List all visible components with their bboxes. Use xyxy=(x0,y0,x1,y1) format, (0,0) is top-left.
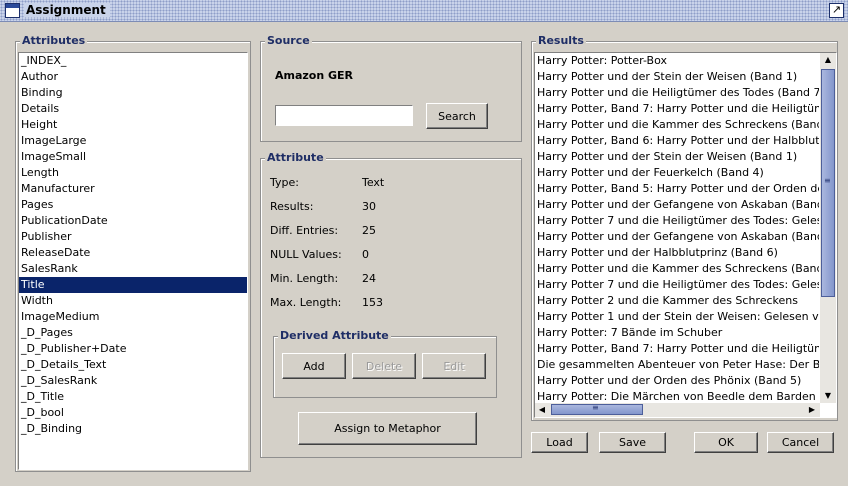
result-list-item[interactable]: Harry Potter: Die Märchen von Beedle dem… xyxy=(535,389,819,403)
derived-attribute-group: Derived Attribute Add Delete Edit xyxy=(273,329,497,398)
result-list-item[interactable]: Harry Potter, Band 6: Harry Potter und d… xyxy=(535,133,819,149)
scroll-left-icon[interactable]: ◀ xyxy=(535,403,549,417)
source-group-title: Source xyxy=(265,34,312,48)
result-list-item[interactable]: Die gesammelten Abenteuer von Peter Hase… xyxy=(535,357,819,373)
type-value: Text xyxy=(362,176,385,189)
diff-entries-label: Diff. Entries: xyxy=(270,224,339,237)
ok-button[interactable]: OK xyxy=(694,432,758,453)
result-list-item[interactable]: Harry Potter, Band 5: Harry Potter und d… xyxy=(535,181,819,197)
edit-button[interactable]: Edit xyxy=(422,353,486,379)
results-label: Results: xyxy=(270,200,314,213)
title-bar[interactable]: Assignment ↗ xyxy=(0,0,848,22)
attribute-list-item[interactable]: Height xyxy=(19,117,247,133)
cancel-button[interactable]: Cancel xyxy=(767,432,834,453)
null-values-label: NULL Values: xyxy=(270,248,342,261)
attribute-list-item[interactable]: _INDEX_ xyxy=(19,53,247,69)
results-value: 30 xyxy=(362,200,376,213)
null-values-value: 0 xyxy=(362,248,369,261)
result-list-item[interactable]: Harry Potter und der Gefangene von Askab… xyxy=(535,229,819,245)
attribute-group-title: Attribute xyxy=(265,151,326,165)
window-icon xyxy=(5,3,20,18)
result-list-item[interactable]: Harry Potter 1 und der Stein der Weisen:… xyxy=(535,309,819,325)
attribute-list-item[interactable]: ReleaseDate xyxy=(19,245,247,261)
source-name: Amazon GER xyxy=(275,69,354,82)
attribute-list-item[interactable]: _D_Publisher+Date xyxy=(19,341,247,357)
results-list[interactable]: Harry Potter: Potter-Box Harry Potter und… xyxy=(534,52,837,418)
result-list-item[interactable]: Harry Potter, Band 7: Harry Potter und d… xyxy=(535,341,819,357)
attribute-list-item[interactable]: Pages xyxy=(19,197,247,213)
search-button[interactable]: Search xyxy=(426,103,488,129)
attribute-list-item[interactable]: Width xyxy=(19,293,247,309)
scroll-up-icon[interactable]: ▲ xyxy=(821,53,835,67)
attribute-list-item[interactable]: ImageMedium xyxy=(19,309,247,325)
search-input[interactable] xyxy=(275,105,413,126)
attribute-list-item[interactable]: _D_bool xyxy=(19,405,247,421)
results-group-title: Results xyxy=(536,34,586,48)
attribute-list-item[interactable]: Manufacturer xyxy=(19,181,247,197)
attribute-group: Attribute Type: Text Results: 30 Diff. E… xyxy=(260,151,522,458)
attribute-list-item[interactable]: Length xyxy=(19,165,247,181)
attribute-list-item[interactable]: Details xyxy=(19,101,247,117)
results-horizontal-scrollbar[interactable]: ◀ ≡ ▶ xyxy=(535,403,820,417)
min-length-label: Min. Length: xyxy=(270,272,339,285)
attributes-group: Attributes _INDEX_ Author Binding Details He… xyxy=(15,34,251,472)
vertical-grip-icon: ≡ xyxy=(824,176,831,185)
result-list-item[interactable]: Harry Potter, Band 7: Harry Potter und d… xyxy=(535,101,819,117)
diff-entries-value: 25 xyxy=(362,224,376,237)
results-group: Results Harry Potter: Potter-Box Harry Po… xyxy=(531,34,838,421)
result-list-item[interactable]: Harry Potter 7 und die Heiligtümer des T… xyxy=(535,213,819,229)
attribute-list-item[interactable]: Binding xyxy=(19,85,247,101)
result-list-item[interactable]: Harry Potter und der Gefangene von Askab… xyxy=(535,197,819,213)
scroll-down-icon[interactable]: ▼ xyxy=(821,389,835,403)
horizontal-scroll-thumb[interactable]: ≡ xyxy=(551,403,643,415)
result-list-item[interactable]: Harry Potter und die Heiligtümer des Tod… xyxy=(535,85,819,101)
attribute-list-item[interactable]: Title xyxy=(19,277,247,293)
max-length-value: 153 xyxy=(362,296,383,309)
window-title: Assignment xyxy=(24,3,110,17)
attribute-list-item[interactable]: PublicationDate xyxy=(19,213,247,229)
attribute-list-item[interactable]: _D_Binding xyxy=(19,421,247,437)
maximize-icon[interactable]: ↗ xyxy=(829,3,844,18)
result-list-item[interactable]: Harry Potter 2 und die Kammer des Schrec… xyxy=(535,293,819,309)
results-vertical-scrollbar[interactable]: ▲ ≡ ▼ xyxy=(820,53,836,403)
result-list-item[interactable]: Harry Potter und die Kammer des Schrecke… xyxy=(535,117,819,133)
result-list-item[interactable]: Harry Potter und der Orden des Phönix (B… xyxy=(535,373,819,389)
attribute-list-item[interactable]: Author xyxy=(19,69,247,85)
add-button[interactable]: Add xyxy=(282,353,346,379)
results-rows: Harry Potter: Potter-Box Harry Potter und… xyxy=(535,53,819,403)
max-length-label: Max. Length: xyxy=(270,296,342,309)
type-label: Type: xyxy=(270,176,299,189)
attribute-list-item[interactable]: Publisher xyxy=(19,229,247,245)
attribute-list-item[interactable]: _D_Details_Text xyxy=(19,357,247,373)
result-list-item[interactable]: Harry Potter und der Feuerkelch (Band 4) xyxy=(535,165,819,181)
min-length-value: 24 xyxy=(362,272,376,285)
result-list-item[interactable]: Harry Potter und der Stein der Weisen (B… xyxy=(535,149,819,165)
attribute-list-item[interactable]: _D_Title xyxy=(19,389,247,405)
result-list-item[interactable]: Harry Potter und die Kammer des Schrecke… xyxy=(535,261,819,277)
attribute-list-item[interactable]: _D_Pages xyxy=(19,325,247,341)
result-list-item[interactable]: Harry Potter und der Stein der Weisen (B… xyxy=(535,69,819,85)
attributes-list[interactable]: _INDEX_ Author Binding Details Height ImageLa… xyxy=(18,52,248,470)
derived-attribute-title: Derived Attribute xyxy=(278,329,391,343)
result-list-item[interactable]: Harry Potter: 7 Bände im Schuber xyxy=(535,325,819,341)
attribute-list-item[interactable]: _D_SalesRank xyxy=(19,373,247,389)
result-list-item[interactable]: Harry Potter und der Halbblutprinz (Band… xyxy=(535,245,819,261)
attributes-group-title: Attributes xyxy=(20,34,88,48)
attribute-list-item[interactable]: SalesRank xyxy=(19,261,247,277)
attribute-list-item[interactable]: ImageLarge xyxy=(19,133,247,149)
source-group: Source Amazon GER Search xyxy=(260,34,522,142)
result-list-item[interactable]: Harry Potter: Potter-Box xyxy=(535,53,819,69)
save-button[interactable]: Save xyxy=(599,432,666,453)
horizontal-grip-icon: ≡ xyxy=(592,403,599,412)
load-button[interactable]: Load xyxy=(531,432,588,453)
vertical-scroll-thumb[interactable]: ≡ xyxy=(821,69,835,297)
attribute-list-item[interactable]: ImageSmall xyxy=(19,149,247,165)
scroll-right-icon[interactable]: ▶ xyxy=(805,403,819,417)
delete-button[interactable]: Delete xyxy=(352,353,416,379)
result-list-item[interactable]: Harry Potter 7 und die Heiligtümer des T… xyxy=(535,277,819,293)
assign-to-metaphor-button[interactable]: Assign to Metaphor xyxy=(298,412,477,445)
